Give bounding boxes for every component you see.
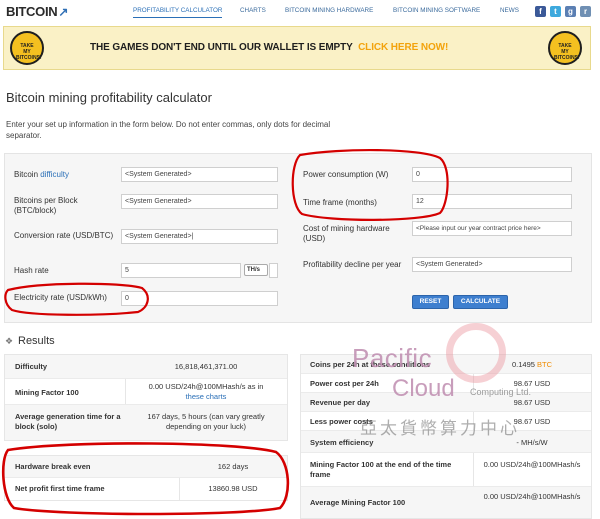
annotation-circle-results xyxy=(1,442,290,516)
annotation-overlay xyxy=(1,149,449,516)
annotation-circle-power xyxy=(291,149,449,221)
annotation-circle-electricity xyxy=(4,282,149,316)
